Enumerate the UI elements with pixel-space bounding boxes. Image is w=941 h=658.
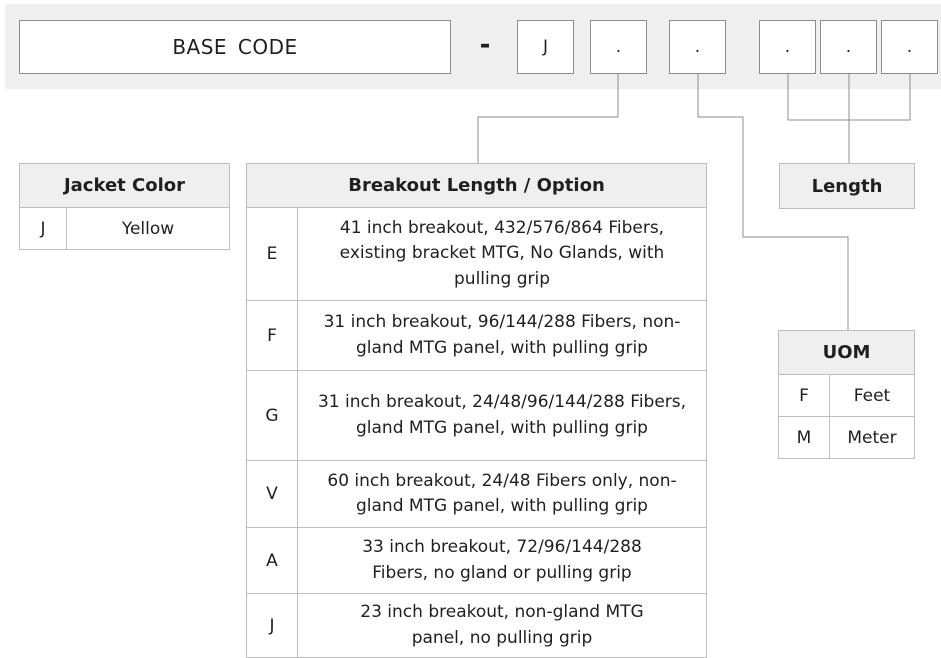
- table-row: A 33 inch breakout, 72/96/144/288 Fibers…: [246, 527, 707, 594]
- uom-label: Feet: [829, 374, 915, 417]
- length-table: Length: [779, 163, 915, 209]
- breakout-option-title: Breakout Length / Option: [246, 163, 707, 208]
- breakout-code: A: [246, 527, 298, 594]
- breakout-code: E: [246, 207, 298, 301]
- uom-label: Meter: [829, 416, 915, 459]
- connector-breakout: [477, 74, 619, 163]
- breakout-description: 33 inch breakout, 72/96/144/288 Fibers, …: [297, 527, 707, 594]
- uom-code: M: [778, 416, 830, 459]
- breakout-code: G: [246, 370, 298, 461]
- breakout-code: J: [246, 593, 298, 658]
- table-row: J 23 inch breakout, non-gland MTG panel,…: [246, 593, 707, 658]
- jacket-color-table: Jacket Color J Yellow: [19, 163, 230, 250]
- table-row: E 41 inch breakout, 432/576/864 Fibers, …: [246, 207, 707, 301]
- breakout-description: 60 inch breakout, 24/48 Fibers only, non…: [297, 460, 707, 528]
- uom-code: F: [778, 374, 830, 417]
- table-row: J Yellow: [19, 207, 230, 250]
- breakout-description: 23 inch breakout, non-gland MTG panel, n…: [297, 593, 707, 658]
- table-row: V 60 inch breakout, 24/48 Fibers only, n…: [246, 460, 707, 528]
- jacket-color-label: Yellow: [66, 207, 230, 250]
- breakout-description: 41 inch breakout, 432/576/864 Fibers, ex…: [297, 207, 707, 301]
- uom-title: UOM: [778, 330, 915, 375]
- breakout-code: F: [246, 300, 298, 371]
- length-title: Length: [779, 163, 915, 209]
- jacket-color-title: Jacket Color: [19, 163, 230, 208]
- breakout-description: 31 inch breakout, 96/144/288 Fibers, non…: [297, 300, 707, 371]
- breakout-description: 31 inch breakout, 24/48/96/144/288 Fiber…: [297, 370, 707, 461]
- jacket-color-code: J: [19, 207, 67, 250]
- table-row: F 31 inch breakout, 96/144/288 Fibers, n…: [246, 300, 707, 371]
- uom-table: UOM F Feet M Meter: [778, 330, 915, 459]
- table-row: F Feet: [778, 374, 915, 417]
- breakout-code: V: [246, 460, 298, 528]
- breakout-option-table: Breakout Length / Option E 41 inch break…: [246, 163, 707, 658]
- table-row: G 31 inch breakout, 24/48/96/144/288 Fib…: [246, 370, 707, 461]
- table-row: M Meter: [778, 416, 915, 459]
